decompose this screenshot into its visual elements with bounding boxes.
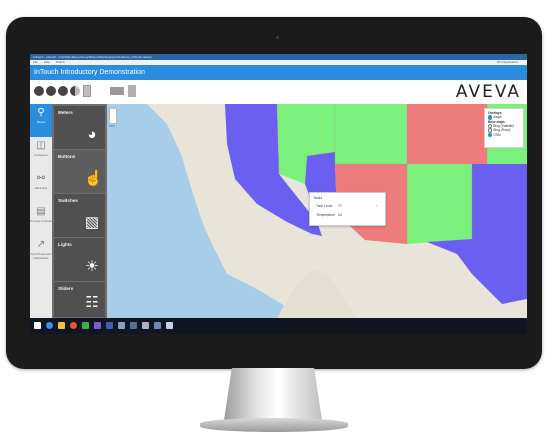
flag-icon[interactable] <box>110 87 124 95</box>
basemap-label: OSM <box>493 132 501 137</box>
monitor-base <box>200 418 348 432</box>
trend-icon: ↗ <box>36 239 46 250</box>
tile-sliders[interactable]: Sliders ☷ <box>54 282 105 318</box>
nav-item-containers[interactable]: ◫ Containers <box>30 137 52 170</box>
basemap-option[interactable]: OSM <box>488 132 520 138</box>
store-icon[interactable] <box>82 322 89 329</box>
tile-meters[interactable]: Meters ◕ <box>54 106 105 150</box>
popup-value: 54 <box>338 213 342 217</box>
basemap-label: Bing (Road) <box>493 128 511 133</box>
lightbulb-icon: ⚲ <box>37 107 45 118</box>
layer-panel: Overlays mapa Base maps Bing (Satellite)… <box>484 108 524 148</box>
tile-buttons[interactable]: Buttons ☝ <box>54 150 105 194</box>
app-icon[interactable] <box>154 322 161 329</box>
chart-icon: ▤ <box>36 206 46 217</box>
radio-icon <box>488 132 493 138</box>
app-icon[interactable] <box>142 322 149 329</box>
webcam <box>276 36 279 39</box>
tile-label: Buttons <box>58 154 76 159</box>
intouch-app-icon[interactable] <box>166 322 173 329</box>
app-icon[interactable] <box>130 322 137 329</box>
tank-popup: Tank1 Tank Level 72 › Temperature 54 <box>309 192 386 226</box>
aveva-logo: AVEVA <box>455 82 521 102</box>
taskbar <box>30 318 527 334</box>
document-icon[interactable] <box>83 85 91 97</box>
popup-value: 72 <box>338 204 342 208</box>
zoom-level: 50% <box>109 124 116 128</box>
tile-label: Lights <box>58 242 72 247</box>
sliders-icon: ☷ <box>85 294 99 311</box>
chrome-icon[interactable] <box>70 322 77 329</box>
tile-switches[interactable]: Switches ▧ <box>54 194 105 238</box>
menu-tiles: Meters ◕ Buttons ☝ Switches ▧ Lights ☀ S… <box>52 104 107 318</box>
menu-help[interactable]: Help <box>44 60 50 64</box>
light-icon: ☀ <box>85 258 99 275</box>
nav-item-label: Basics <box>36 120 46 124</box>
nav-item-basics[interactable]: ⚲ Basics <box>30 104 52 137</box>
nav-item-advanced[interactable]: ⚯ Advanced <box>30 170 52 203</box>
region-colorado <box>407 104 487 164</box>
windows-start-icon[interactable] <box>34 322 41 329</box>
toolbar: AVEVA <box>30 80 527 105</box>
pointer-icon: ☝ <box>84 170 103 187</box>
home-icon[interactable] <box>58 86 68 96</box>
chevron-right-icon: › <box>375 204 377 208</box>
contrast-icon[interactable] <box>70 86 80 96</box>
switch-icon: ▧ <box>84 214 100 231</box>
nav-item-label: Advanced <box>34 186 48 190</box>
gauge-icon: ◕ <box>87 126 97 143</box>
tile-label: Sliders <box>58 286 74 291</box>
container-icon: ◫ <box>36 140 46 151</box>
popup-title: Tank1 <box>313 196 323 200</box>
map-view[interactable]: 50% Tank1 Tank Level 72 › Temperature 54… <box>107 104 527 318</box>
forward-icon[interactable] <box>46 86 56 96</box>
notes-icon[interactable] <box>128 85 136 97</box>
nav-item-trend[interactable]: ↗ Trend Production Dashboards <box>30 236 52 269</box>
zoom-control[interactable] <box>109 108 117 124</box>
app-icon[interactable] <box>106 322 113 329</box>
region-new-mexico <box>407 164 472 244</box>
popup-key: Tank Level <box>316 204 333 208</box>
left-nav: ⚲ Basics ◫ Containers ⚯ Advanced ▤ Proce… <box>30 104 52 318</box>
nav-item-label: Trend Production Dashboards <box>30 252 52 260</box>
tile-label: Switches <box>58 198 78 203</box>
tile-label: Meters <box>58 110 73 115</box>
share-icon: ⚯ <box>36 173 46 184</box>
menu-switch[interactable]: Switch <box>56 60 65 64</box>
nav-item-process-controls[interactable]: ▤ Process Controls <box>30 203 52 236</box>
tile-lights[interactable]: Lights ☀ <box>54 238 105 282</box>
overlay-label: mapa <box>493 115 502 120</box>
folder-icon[interactable] <box>58 322 65 329</box>
nav-item-label: Process Controls <box>30 219 52 223</box>
nav-item-label: Containers <box>34 153 48 157</box>
menu-file[interactable]: File <box>33 60 38 64</box>
app-icon[interactable] <box>94 322 101 329</box>
screen: InTouch - Intouch - C:\InSQL\Demo\Intouc… <box>30 54 527 334</box>
app-icon[interactable] <box>118 322 125 329</box>
monitor-stand <box>224 368 322 420</box>
popup-key: Temperature <box>316 213 336 217</box>
edge-icon[interactable] <box>46 322 53 329</box>
app-title: InTouch Introductory Demonstration <box>30 65 527 80</box>
region-utah <box>335 104 407 164</box>
back-icon[interactable] <box>34 86 44 96</box>
